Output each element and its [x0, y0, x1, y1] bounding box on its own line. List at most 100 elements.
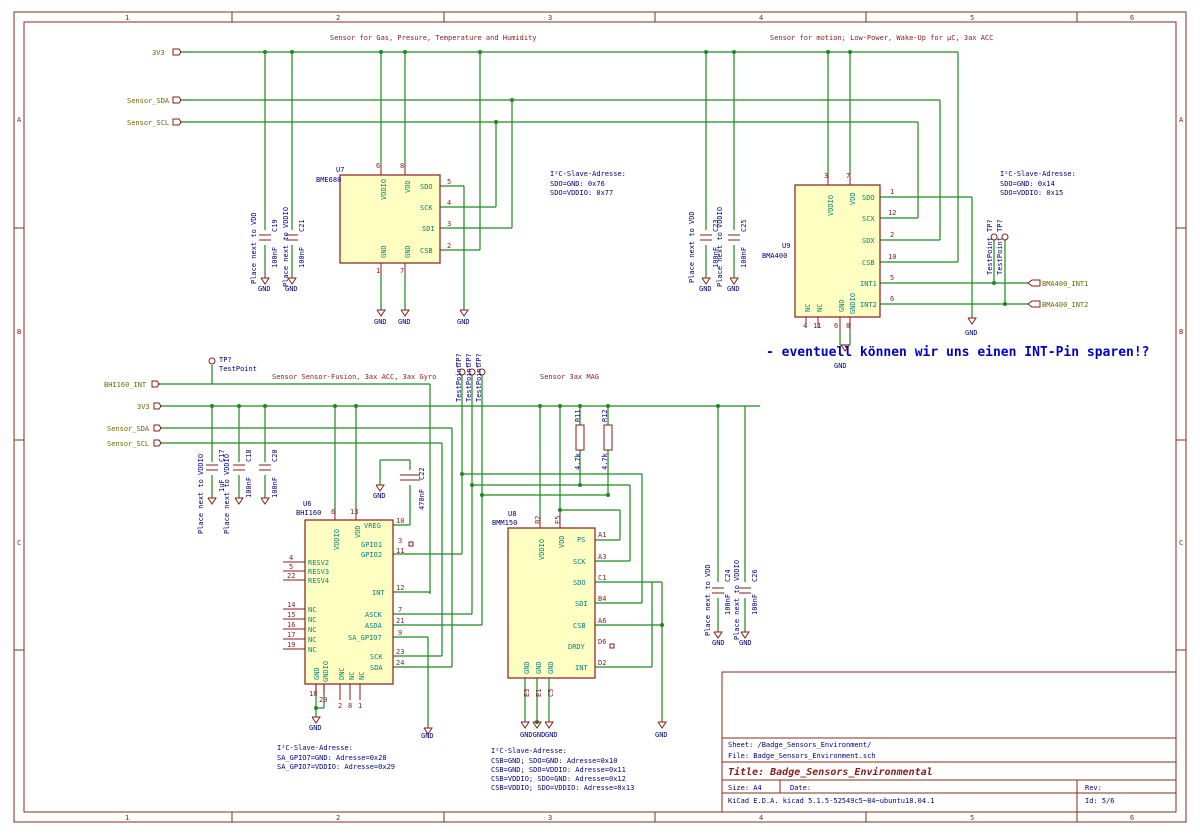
gnd-label: GND [965, 329, 978, 337]
bmm-addr-line: CSB=GND; SDO=GND: Adresse=0x10 [491, 757, 617, 765]
u7-pinnum: 1 [376, 267, 380, 275]
u8-pinnum: B2 [534, 516, 542, 524]
gnd-label: GND [374, 318, 387, 326]
u6-pin: NC [308, 636, 316, 644]
u9-pin: CSB [862, 259, 875, 267]
tb-id: Id: 5/6 [1085, 797, 1115, 805]
tp-value: TestPoint [465, 364, 473, 402]
cap-ref: C26 [751, 569, 759, 582]
tb-file: File: Badge_Sensors_Environment.sch [728, 752, 876, 760]
caps-top: C19 100nF Place next to VDD C21 100nF Pl… [250, 207, 748, 287]
u9-pin: SDX [862, 237, 875, 245]
net-label-scl: Sensor_SCL [107, 440, 149, 448]
u8-pinnum: C5 [547, 689, 555, 697]
tp-value: TestPoint [986, 237, 994, 275]
net-flag [172, 48, 182, 56]
u7-pinnum: 3 [447, 220, 451, 228]
u6-pinnum: 21 [396, 617, 404, 625]
u7-pin: VDD [404, 180, 412, 193]
u6-pinnum: 19 [287, 641, 295, 649]
row-label-right: B [1179, 328, 1183, 336]
tp-value: TestPoint [219, 365, 257, 373]
cap-value: 100nF [740, 247, 748, 268]
u6-pin: NC [308, 626, 316, 634]
u9-pin: NC [804, 304, 812, 312]
u9-pinnum: 11 [813, 322, 821, 330]
u6-pin: VDDIO [333, 529, 341, 550]
u8-pinnum: C1 [598, 574, 606, 582]
bmm-addr-line: CSB=VDDIO; SDO=GND: Adresse=0x12 [491, 775, 626, 783]
tp-ref: TP? [986, 219, 994, 232]
u6-ref: U6 [303, 500, 311, 508]
cap-ref: C22 [418, 467, 426, 480]
u6-pinnum: 15 [287, 611, 295, 619]
gnd-label-merged: GNDGND [520, 731, 545, 739]
u7-pin: VDDIO [380, 179, 388, 200]
col-label-top: 3 [548, 14, 552, 22]
cap-value: 470nF [418, 489, 426, 510]
u8-pin: INT [575, 664, 588, 672]
cap-value: 100nF [751, 594, 759, 615]
u6-pin: SA_GPIO7 [348, 634, 382, 642]
bhi-addr-line: I²C-Slave-Adresse: [277, 744, 353, 752]
comment-int-pin: - eventuell können wir uns einen INT-Pin… [766, 345, 1150, 360]
u7-pinnum: 6 [376, 162, 380, 170]
u7-pinnum: 5 [447, 178, 451, 186]
bottom-wires [158, 365, 760, 728]
cap-ref: C24 [724, 569, 732, 582]
u6-pinnum: 14 [287, 601, 295, 609]
net-flag [153, 424, 162, 432]
u6-pinnum: 11 [396, 547, 404, 555]
u6-pin: RESV3 [308, 568, 329, 576]
gnd-label: GND [398, 318, 411, 326]
res-ref: R11 [574, 409, 582, 422]
cap-note: Place next to VDDIO [282, 207, 290, 287]
u6-pinnum: 16 [287, 621, 295, 629]
u8-pin: GND [547, 661, 555, 674]
bme-addr-line: I²C-Slave-Adresse: [550, 170, 626, 178]
u7-ref: U7 [336, 166, 344, 174]
caps-bottom: C17 1uF Place next to VDDIO C18 100nF Pl… [197, 449, 759, 640]
u8-pin: SDO [573, 579, 586, 587]
cap-value: 100nF [271, 477, 279, 498]
u9-pinnum: 2 [890, 231, 894, 239]
u6-pinnum: 13 [350, 508, 358, 516]
u8-pinnum: A1 [598, 531, 606, 539]
u6-pin: NC [348, 672, 356, 680]
u6-pin: GNDIO [322, 661, 330, 682]
u7-pinnum: 7 [400, 267, 404, 275]
col-label-bottom: 1 [125, 814, 129, 822]
net-flag [151, 380, 160, 388]
u8-pin: VDD [558, 535, 566, 548]
section-title-bmm: Sensor 3ax MAG [540, 373, 599, 381]
tp-ref: TP? [219, 356, 232, 364]
net-flag [172, 96, 182, 104]
cap-note: Place next to VDDIO [223, 454, 231, 534]
u6-pinnum: 22 [287, 572, 295, 580]
tp-value: TestPoint [996, 237, 1004, 275]
net-flag [1027, 279, 1041, 287]
row-label-right: A [1179, 116, 1184, 124]
u9-bma400: U9 BMA400 VDDIO VDD SDO SCX SDX CSB INT1… [762, 172, 896, 332]
u8-pin: GND [523, 661, 531, 674]
gnd-label: GND [421, 732, 434, 740]
bhi-addr-line: SA_GPIO7=GND: Adresse=0x28 [277, 754, 387, 762]
tb-rev: Rev: [1085, 784, 1102, 792]
u7-pin: GND [380, 245, 388, 258]
u9-value: BMA400 [762, 252, 787, 260]
u6-pin: DNC [338, 667, 346, 680]
gnd-label: GND [712, 639, 725, 647]
u9-pin: VDD [849, 192, 857, 205]
u6-pinnum: 7 [398, 606, 402, 614]
u6-pin: RESV4 [308, 577, 329, 585]
u8-pinnum: D6 [598, 638, 606, 646]
u9-pinnum: 3 [824, 172, 828, 180]
res-value: 4.7k [574, 452, 582, 470]
title-block: Sheet: /Badge_Sensors_Environment/ File:… [721, 671, 1177, 813]
u7-bme680: U7 BME680 VDDIO VDD GND GND SDO SCK SDI … [316, 162, 451, 275]
u8-pin: SCK [573, 558, 586, 566]
u8-pinnum: B4 [598, 595, 606, 603]
top-wires [180, 51, 1028, 346]
u6-pinnum: 12 [396, 584, 404, 592]
cap-note: Place next to VDD [688, 211, 696, 283]
